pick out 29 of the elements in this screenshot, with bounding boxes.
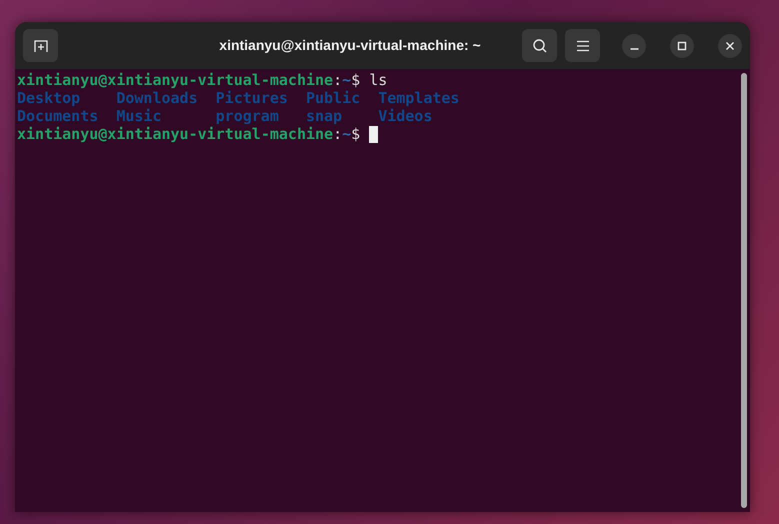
close-icon bbox=[725, 40, 735, 50]
prompt-colon-path: :~$ bbox=[333, 71, 360, 89]
directory-name: Videos bbox=[378, 107, 432, 125]
search-button[interactable] bbox=[522, 29, 557, 62]
directory-name: snap bbox=[306, 107, 342, 125]
directory-name: Music bbox=[116, 107, 162, 125]
maximize-icon bbox=[677, 40, 687, 50]
prompt-user-host: xintianyu@xintianyu-virtual-machine bbox=[17, 71, 334, 89]
close-button[interactable] bbox=[718, 34, 742, 58]
directory-name: Pictures bbox=[216, 89, 288, 107]
scrollbar-thumb[interactable] bbox=[741, 73, 747, 508]
directory-name: Documents bbox=[17, 107, 98, 125]
prompt-user-host: xintianyu@xintianyu-virtual-machine bbox=[17, 125, 334, 143]
menu-icon bbox=[576, 40, 590, 52]
directory-name: Templates bbox=[378, 89, 460, 107]
directory-name: Public bbox=[306, 89, 360, 107]
prompt-colon-path: :~$ bbox=[333, 125, 360, 143]
menu-button[interactable] bbox=[565, 29, 600, 62]
command-text: ls bbox=[369, 71, 388, 89]
minimize-icon bbox=[630, 48, 638, 50]
directory-name: program bbox=[216, 107, 279, 125]
directory-name: Desktop bbox=[17, 89, 80, 107]
maximize-button[interactable] bbox=[670, 34, 694, 58]
minimize-button[interactable] bbox=[622, 34, 646, 58]
search-icon bbox=[532, 38, 548, 54]
new-tab-icon bbox=[32, 38, 48, 54]
directory-name: Downloads bbox=[116, 89, 198, 107]
window-title: xintianyu@xintianyu-virtual-machine: ~ bbox=[218, 36, 481, 55]
new-tab-button[interactable] bbox=[23, 29, 58, 62]
